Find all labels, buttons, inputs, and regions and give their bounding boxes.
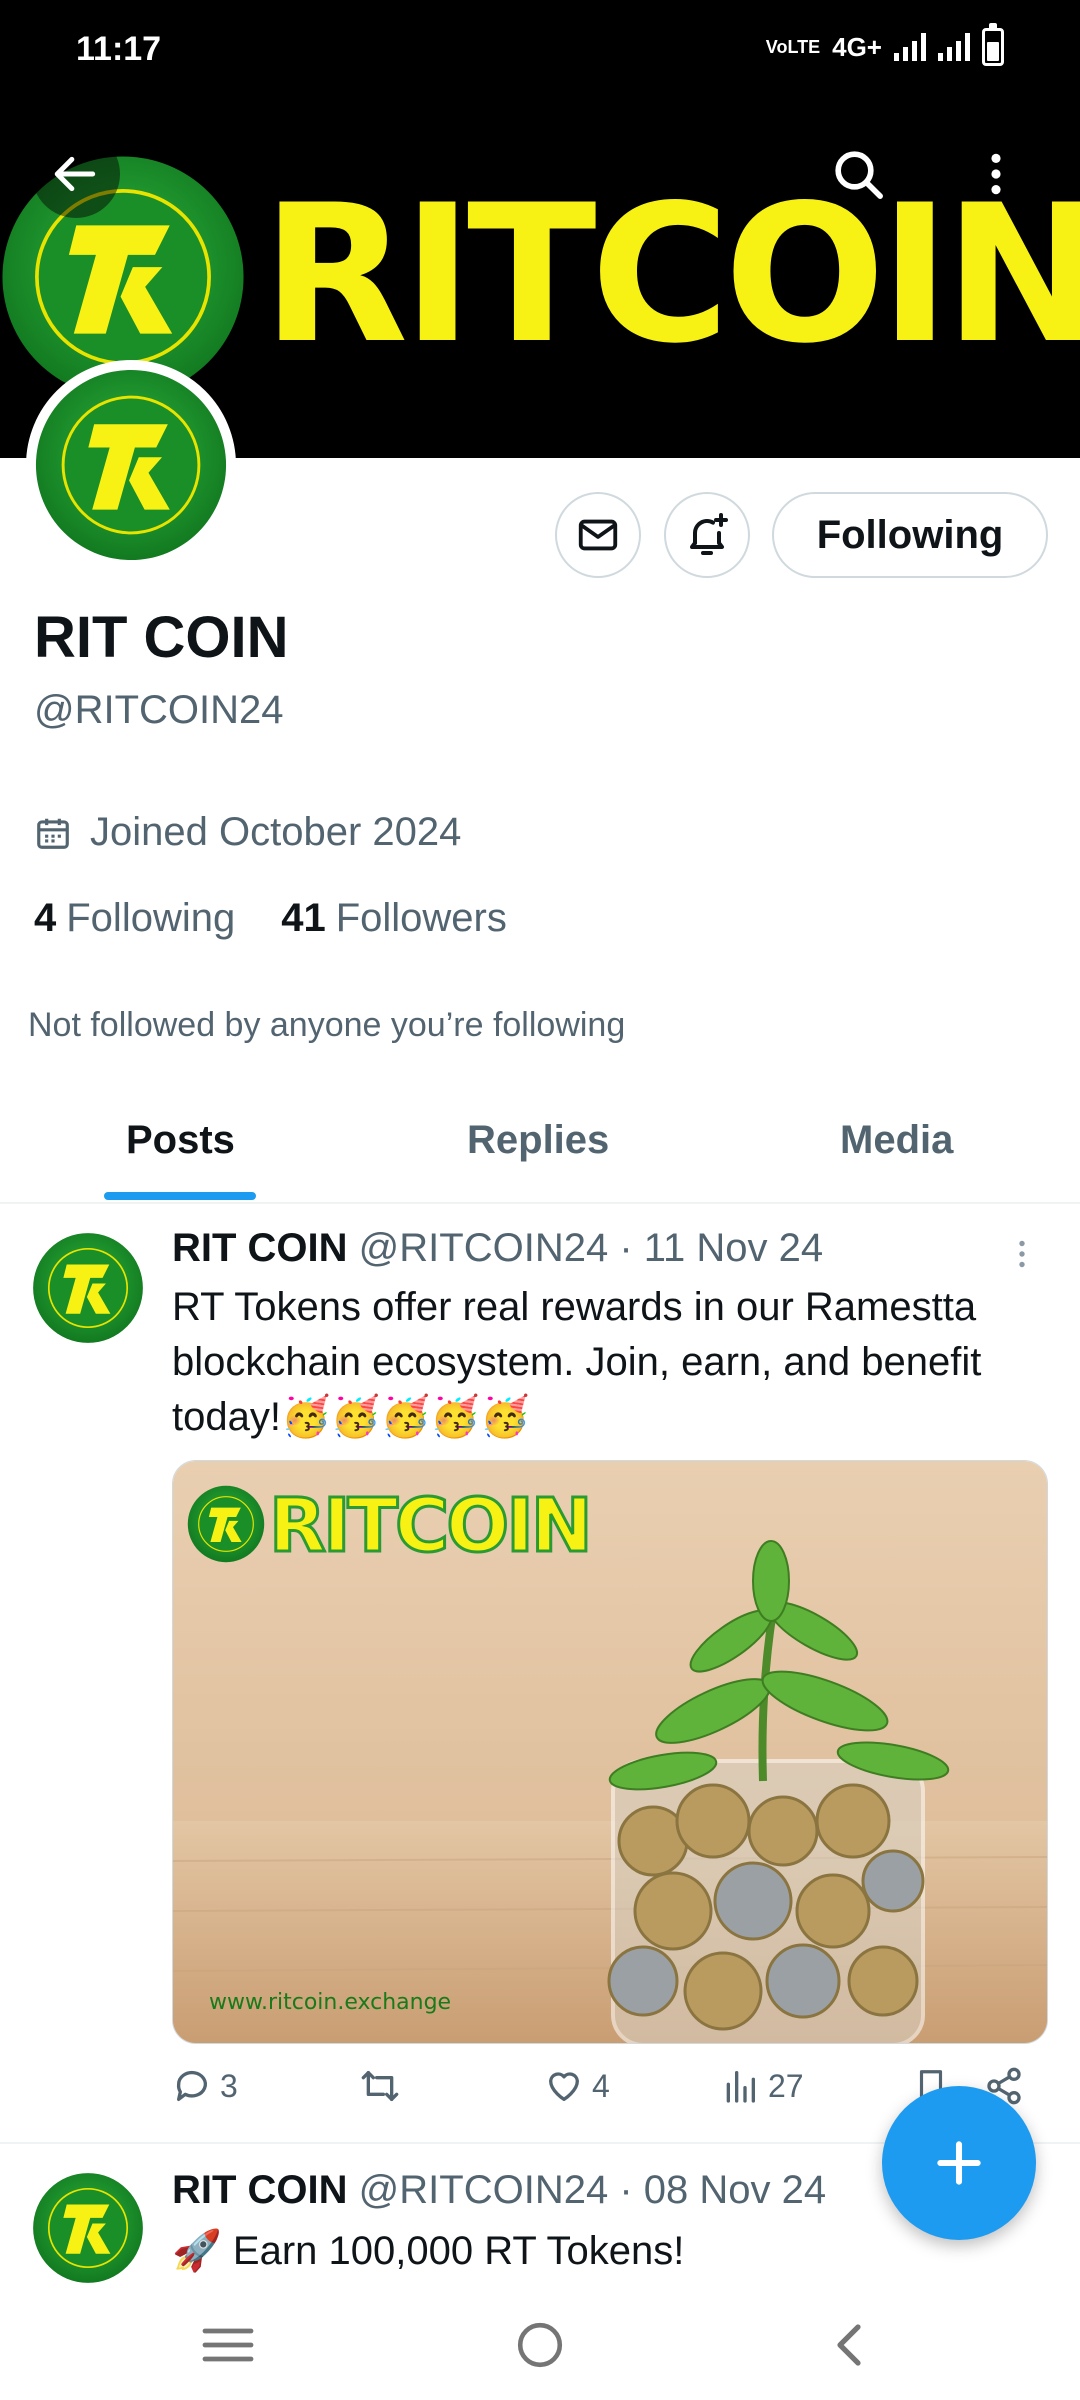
- signal-icon-2: [938, 33, 970, 61]
- tab-replies[interactable]: Replies: [467, 1118, 609, 1163]
- home-button[interactable]: [500, 2310, 580, 2380]
- search-icon: [835, 151, 883, 199]
- plus-icon: [937, 2141, 981, 2185]
- heart-icon: [549, 2072, 579, 2101]
- bell-plus-icon: [690, 513, 728, 555]
- mutual-followers-note: Not followed by anyone you’re following: [28, 1006, 626, 1044]
- reply-button[interactable]: 3: [172, 2066, 238, 2106]
- post-image[interactable]: RITCOIN www.ritcoin.exchange: [172, 1460, 1048, 2044]
- profile-handle: @RITCOIN24: [34, 688, 284, 732]
- banner-brand-text: RITCOIN: [262, 164, 1080, 385]
- search-button[interactable]: [814, 130, 902, 218]
- system-nav-bar: [0, 2290, 1080, 2400]
- joined-text: Joined October 2024: [90, 810, 462, 854]
- signal-icon: [894, 33, 926, 61]
- followers-count: 41: [281, 896, 326, 940]
- battery-icon: [982, 23, 1004, 66]
- post-image-url: www.ritcoin.exchange: [209, 1990, 452, 2015]
- reply-icon: [176, 2070, 207, 2101]
- avatar-logo: [34, 368, 228, 562]
- like-count: 4: [592, 2067, 610, 2104]
- recent-apps-button[interactable]: [188, 2310, 268, 2380]
- post-image-brand: RITCOIN: [269, 1483, 590, 1569]
- post-header: RIT COIN @RITCOIN24 · 11 Nov 24: [172, 1226, 823, 1271]
- followers-label: Followers: [335, 896, 507, 940]
- views-button[interactable]: 27: [720, 2066, 804, 2106]
- post-separator: ·: [619, 1226, 633, 1270]
- followers-stat[interactable]: 41 Followers: [281, 896, 507, 941]
- post-author-handle: @RITCOIN24: [358, 1226, 609, 1270]
- tab-media[interactable]: Media: [840, 1118, 953, 1163]
- repost-button[interactable]: [358, 2066, 402, 2106]
- status-bar: 11:17 VoLTE 4G+: [0, 0, 1080, 100]
- profile-tabs: Posts Replies Media: [0, 1100, 1080, 1204]
- post-avatar[interactable]: [32, 1232, 144, 1344]
- post-text: RT Tokens offer real rewards in our Rame…: [172, 1285, 982, 1439]
- home-circle-icon: [517, 2322, 563, 2368]
- more-vertical-icon: [1019, 1240, 1025, 1268]
- volte-indicator: VoLTE: [765, 36, 821, 57]
- arrow-left-icon: [54, 156, 96, 192]
- views-count: 27: [768, 2067, 804, 2104]
- following-stat[interactable]: 4 Following: [34, 896, 235, 941]
- repost-icon: [361, 2071, 399, 2101]
- message-button[interactable]: [555, 492, 641, 578]
- post-author-name[interactable]: RIT COIN: [172, 2168, 348, 2212]
- like-button[interactable]: 4: [544, 2066, 610, 2106]
- post-date: 08 Nov 24: [643, 2168, 827, 2212]
- compose-button[interactable]: [882, 2086, 1036, 2240]
- profile-avatar[interactable]: [26, 360, 236, 570]
- status-icons: VoLTE 4G+: [765, 23, 1004, 66]
- post-header: RIT COIN @RITCOIN24 · 08 Nov 24: [172, 2168, 826, 2213]
- views-icon: [726, 2071, 755, 2103]
- tab-posts[interactable]: Posts: [126, 1118, 235, 1163]
- post-author-handle: @RITCOIN24: [358, 2168, 609, 2212]
- network-type: 4G+: [832, 31, 882, 62]
- post-date: 11 Nov 24: [643, 1226, 824, 1270]
- post-menu-button[interactable]: [1004, 1236, 1040, 1277]
- calendar-icon: [37, 818, 69, 849]
- joined-date: Joined October 2024: [34, 810, 461, 855]
- post-separator: ·: [619, 2168, 633, 2212]
- status-time: 11:17: [76, 30, 162, 68]
- follow-stats: 4 Following 41 Followers: [34, 896, 507, 941]
- active-tab-indicator: [104, 1192, 256, 1200]
- post-author-name[interactable]: RIT COIN: [172, 1226, 348, 1270]
- post-avatar[interactable]: [32, 2172, 144, 2284]
- following-button[interactable]: Following: [772, 492, 1048, 578]
- post-image-art: RITCOIN: [173, 1461, 1047, 2043]
- back-button[interactable]: [32, 130, 120, 218]
- reply-count: 3: [220, 2067, 238, 2104]
- following-label: Following: [66, 896, 236, 940]
- menu-icon: [202, 2328, 254, 2362]
- more-options-button[interactable]: [952, 130, 1040, 218]
- more-vertical-icon: [991, 153, 1001, 195]
- post-text: 🚀 Earn 100,000 RT Tokens!: [172, 2229, 685, 2273]
- mail-icon: [578, 519, 618, 551]
- profile-name: RIT COIN: [34, 605, 289, 670]
- following-count: 4: [34, 896, 57, 940]
- chevron-left-icon: [837, 2324, 861, 2366]
- notifications-button[interactable]: [664, 492, 750, 578]
- system-back-button[interactable]: [810, 2310, 890, 2380]
